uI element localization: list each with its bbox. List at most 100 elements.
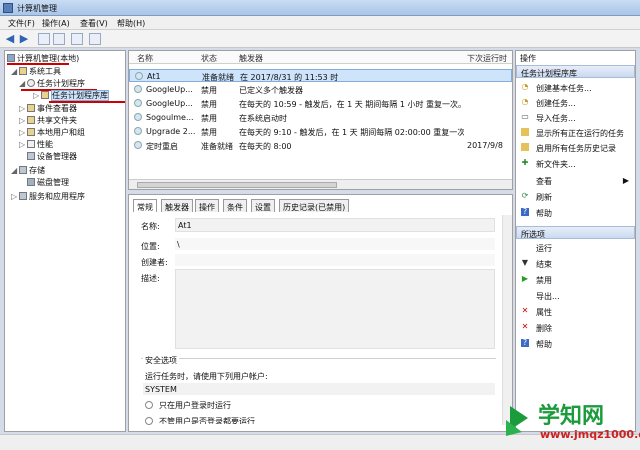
action-refresh[interactable]: ⟳ 刷新 — [516, 190, 635, 203]
back-arrow-icon[interactable]: ◀ — [4, 33, 16, 45]
tab-history[interactable]: 历史记录(已禁用) — [279, 199, 350, 212]
action-create-task[interactable]: ◔ 创建任务... — [516, 96, 635, 109]
tree-node-task-library[interactable]: ▷ 任务计划程序库 — [33, 90, 109, 101]
tab-triggers[interactable]: 触发器 — [161, 199, 193, 212]
expand-arrow-icon[interactable]: ▷ — [19, 128, 27, 137]
tree-node-local-users[interactable]: ▷ 本地用户和组 — [19, 127, 85, 138]
action-help-selected[interactable]: ? 帮助 — [516, 337, 635, 350]
cell-name: GoogleUp... — [146, 85, 193, 94]
expand-arrow-icon[interactable]: ▷ — [19, 104, 27, 113]
table-row[interactable]: 定时重启 准备就绪 在每天的 8:00 2017/9/8 — [129, 139, 512, 152]
menu-action[interactable]: 操作(A) — [42, 18, 70, 29]
actions-section-selected-item[interactable]: 所选项 — [516, 226, 635, 239]
menu-bar: 文件(F) 操作(A) 查看(V) 帮助(H) — [0, 16, 640, 30]
horizontal-scrollbar[interactable] — [129, 179, 512, 189]
tree-node-performance[interactable]: ▷ 性能 — [19, 139, 53, 150]
tab-actions[interactable]: 操作 — [195, 199, 219, 212]
menu-file[interactable]: 文件(F) — [8, 18, 35, 29]
action-label: 创建基本任务... — [536, 84, 592, 93]
action-label: 帮助 — [536, 340, 552, 349]
action-create-basic-task[interactable]: ◔ 创建基本任务... — [516, 81, 635, 94]
action-end[interactable]: ▼ 结束 — [516, 257, 635, 270]
action-new-folder[interactable]: ✚ 新文件夹... — [516, 157, 635, 170]
new-folder-icon: ✚ — [521, 158, 529, 167]
expand-arrow-icon[interactable]: ▷ — [33, 91, 41, 100]
action-help[interactable]: ? 帮助 — [516, 206, 635, 219]
cell-trigger: 在 2017/8/31 的 11:53 时 — [240, 73, 339, 82]
table-row[interactable]: Upgrade 2... 禁用 在每天的 9:10 - 触发后，在 1 天 期间每隔… — [129, 125, 512, 138]
tree-node-task-scheduler[interactable]: ◢ 任务计划程序 — [19, 78, 85, 89]
menu-help[interactable]: 帮助(H) — [117, 18, 145, 29]
cell-status: 禁用 — [201, 86, 217, 95]
column-header-name[interactable]: 名称 — [137, 53, 153, 64]
column-header-trigger[interactable]: 触发器 — [239, 53, 263, 64]
up-folder-icon[interactable] — [38, 33, 50, 45]
tree-node-device-manager[interactable]: 设备管理器 — [27, 151, 77, 162]
table-row[interactable]: GoogleUp... 禁用 已定义多个触发器 — [129, 83, 512, 96]
tree-label: 设备管理器 — [37, 152, 77, 161]
collapse-arrow-icon[interactable]: ◢ — [19, 79, 27, 88]
action-export[interactable]: 导出... — [516, 289, 635, 302]
action-properties[interactable]: ✕ 属性 — [516, 305, 635, 318]
menu-view[interactable]: 查看(V) — [80, 18, 108, 29]
action-label: 启用所有任务历史记录 — [536, 144, 616, 153]
name-label: 名称: — [141, 222, 160, 231]
table-row[interactable]: Sogoulme... 禁用 在系统启动时 — [129, 111, 512, 124]
table-row[interactable]: GoogleUp... 禁用 在每天的 10:59 - 触发后，在 1 天 期间每隔… — [129, 97, 512, 110]
run-as-text: 运行任务时，请使用下列用户帐户: — [145, 372, 268, 381]
table-row[interactable]: At1 准备就绪在 2017/8/31 的 11:53 时 — [129, 69, 512, 82]
services-icon — [19, 192, 27, 200]
show-hide-tree-icon[interactable] — [53, 33, 65, 45]
action-show-running[interactable]: 显示所有正在运行的任务 — [516, 126, 635, 139]
red-underline — [7, 63, 69, 65]
scrollbar-thumb[interactable] — [137, 182, 337, 188]
action-run[interactable]: 运行 — [516, 241, 635, 254]
column-header-status[interactable]: 状态 — [201, 53, 217, 64]
tree-node-disk-management[interactable]: 磁盘管理 — [27, 177, 69, 188]
cell-next-run: 2017/9/8 — [467, 141, 503, 150]
cell-status: 禁用 — [201, 100, 217, 109]
tree-node-storage[interactable]: ◢ 存储 — [11, 165, 45, 176]
tools-icon — [19, 67, 27, 75]
radio-run-whether-logged-on[interactable] — [145, 417, 153, 425]
forward-arrow-icon[interactable]: ▶ — [18, 33, 30, 45]
help-icon[interactable] — [89, 33, 101, 45]
location-label: 位置: — [141, 242, 160, 251]
actions-pane: 操作 任务计划程序库 ◔ 创建基本任务... ◔ 创建任务... ▭ 导入任务... … — [515, 50, 636, 432]
cell-trigger: 在每天的 8:00 — [239, 142, 292, 151]
collapse-arrow-icon[interactable]: ◢ — [11, 166, 19, 175]
tab-general[interactable]: 常规 — [133, 199, 157, 212]
tree-node-services-apps[interactable]: ▷ 服务和应用程序 — [11, 191, 85, 202]
task-icon — [134, 85, 142, 93]
event-viewer-icon — [27, 104, 35, 112]
collapse-arrow-icon[interactable]: ◢ — [11, 67, 19, 76]
expand-arrow-icon[interactable]: ▷ — [19, 140, 27, 149]
properties-icon[interactable] — [71, 33, 83, 45]
cell-name: Sogoulme... — [146, 113, 194, 122]
actions-section-task-library[interactable]: 任务计划程序库 — [516, 65, 635, 78]
tab-settings[interactable]: 设置 — [251, 199, 275, 212]
action-label: 刷新 — [536, 193, 552, 202]
tab-conditions[interactable]: 条件 — [223, 199, 247, 212]
expand-arrow-icon[interactable]: ▷ — [19, 116, 27, 125]
tree-label: 计算机管理(本地) — [17, 54, 80, 63]
action-enable-history[interactable]: 启用所有任务历史记录 — [516, 141, 635, 154]
expand-arrow-icon[interactable]: ▷ — [11, 192, 19, 201]
column-header-next-run[interactable]: 下次运行时 — [467, 53, 507, 64]
action-label: 属性 — [536, 308, 552, 317]
action-label: 导出... — [536, 292, 560, 301]
radio-label: 只在用户登录时运行 — [159, 401, 231, 410]
action-import-task[interactable]: ▭ 导入任务... — [516, 111, 635, 124]
shared-folder-icon — [27, 116, 35, 124]
action-label: 运行 — [536, 244, 552, 253]
radio-run-when-logged-on[interactable] — [145, 401, 153, 409]
task-icon — [134, 127, 142, 135]
action-view[interactable]: 查看 ▶ — [516, 174, 635, 187]
tree-node-event-viewer[interactable]: ▷ 事件查看器 — [19, 103, 77, 114]
tree-node-shared-folders[interactable]: ▷ 共享文件夹 — [19, 115, 77, 126]
cell-name: Upgrade 2... — [146, 127, 196, 136]
action-delete[interactable]: ✕ 删除 — [516, 321, 635, 334]
tree-node-system-tools[interactable]: ◢ 系统工具 — [11, 66, 61, 77]
action-disable[interactable]: ▶ 禁用 — [516, 273, 635, 286]
toolbar: ◀ ▶ — [0, 30, 640, 48]
